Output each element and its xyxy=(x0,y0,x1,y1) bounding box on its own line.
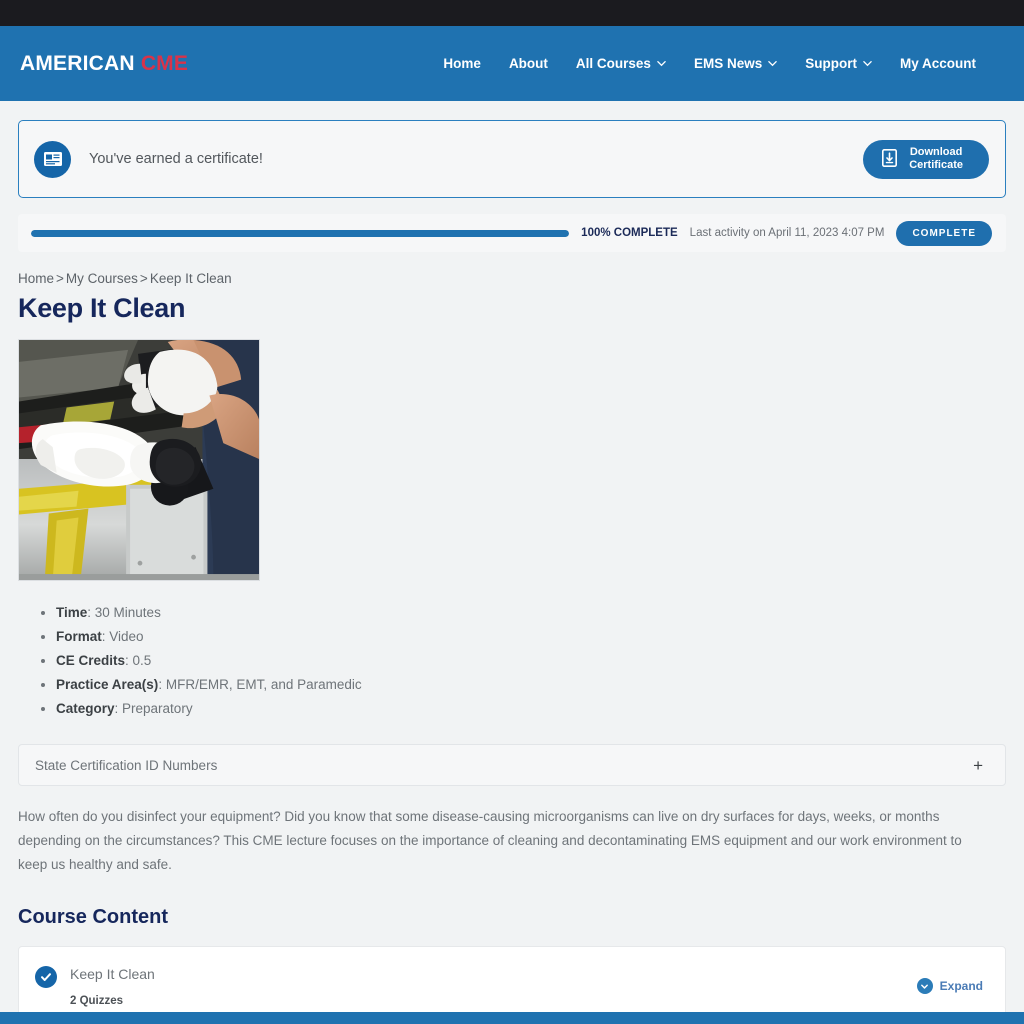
top-black-bar xyxy=(0,0,1024,26)
download-line-1: Download xyxy=(909,146,963,158)
accordion-title: State Certification ID Numbers xyxy=(35,757,218,773)
logo-word-cme: CME xyxy=(140,51,189,75)
page-title: Keep It Clean xyxy=(18,293,186,323)
progress-bar-fill xyxy=(31,229,570,237)
nav-label-about: About xyxy=(508,56,548,71)
expand-label: Expand xyxy=(939,979,983,993)
meta-item-format: Format: Video xyxy=(56,625,1006,649)
meta-label-ce-credits: CE Credits xyxy=(56,653,126,668)
nav-label-support: Support xyxy=(805,56,857,71)
progress-row: 100% COMPLETE Last activity on April 11,… xyxy=(18,214,1006,252)
course-content-heading: Course Content xyxy=(18,906,168,928)
chevron-down-icon xyxy=(657,59,666,68)
meta-label-practice-area: Practice Area(s) xyxy=(56,677,159,692)
page-body: You've earned a certificate! Download Ce… xyxy=(0,120,1024,1024)
lesson-title[interactable]: Keep It Clean xyxy=(70,965,155,983)
meta-item-time: Time: 30 Minutes xyxy=(56,601,1006,625)
download-certificate-button[interactable]: Download Certificate xyxy=(863,139,989,179)
last-activity-text: Last activity on April 11, 2023 4:07 PM xyxy=(689,227,885,239)
progress-bar-track xyxy=(31,229,570,237)
breadcrumb: Home > My Courses > Keep It Clean xyxy=(18,271,1006,286)
course-description: How often do you disinfect your equipmen… xyxy=(18,809,962,872)
lesson-row[interactable]: Keep It Clean 2 Quizzes xyxy=(35,965,155,1007)
meta-label-category: Category xyxy=(56,701,115,716)
lesson-quiz-count: 2 Quizzes xyxy=(70,995,124,1007)
chevron-down-circle-icon xyxy=(916,978,933,994)
breadcrumb-item-home[interactable]: Home xyxy=(18,271,54,286)
meta-label-time: Time xyxy=(56,605,88,620)
nav-label-all-courses: All Courses xyxy=(575,56,651,71)
lesson-text-block: Keep It Clean 2 Quizzes xyxy=(70,965,155,1007)
logo-word-american: AMERICAN xyxy=(20,51,135,75)
progress-percent-label: 100% COMPLETE xyxy=(581,227,678,239)
chevron-down-icon xyxy=(863,59,872,68)
status-badge[interactable]: COMPLETE xyxy=(896,220,992,246)
state-certification-accordion[interactable]: State Certification ID Numbers + xyxy=(18,744,1006,786)
certificate-banner: You've earned a certificate! Download Ce… xyxy=(18,120,1006,198)
meta-value-practice-area: MFR/EMR, EMT, and Paramedic xyxy=(165,677,362,692)
site-header: AMERICAN CME Home About All Courses EMS … xyxy=(0,26,1024,101)
nav-label-ems-news: EMS News xyxy=(693,56,763,71)
expand-button[interactable]: Expand xyxy=(916,978,983,994)
download-icon xyxy=(882,148,898,170)
site-logo[interactable]: AMERICAN CME xyxy=(20,52,188,76)
course-thumbnail-image xyxy=(18,339,260,581)
meta-value-category: Preparatory xyxy=(122,701,193,716)
download-certificate-label: Download Certificate xyxy=(909,146,963,172)
meta-item-category: Category: Preparatory xyxy=(56,697,1006,721)
certificate-banner-left: You've earned a certificate! xyxy=(34,140,263,178)
nav-item-all-courses[interactable]: All Courses xyxy=(576,56,666,71)
nav-label-home: Home xyxy=(443,56,481,71)
certificate-message: You've earned a certificate! xyxy=(89,151,263,167)
breadcrumb-item-current: Keep It Clean xyxy=(149,271,232,286)
breadcrumb-item-my-courses[interactable]: My Courses xyxy=(66,271,138,286)
meta-value-format: Video xyxy=(109,629,144,644)
meta-label-format: Format xyxy=(56,629,102,644)
download-line-2: Certificate xyxy=(909,159,963,171)
plus-icon[interactable]: + xyxy=(973,757,983,774)
footer-band xyxy=(0,1012,1024,1024)
meta-value-time: 30 Minutes xyxy=(94,605,161,620)
nav-item-about[interactable]: About xyxy=(509,56,548,71)
check-circle-icon xyxy=(35,966,57,988)
nav-item-home[interactable]: Home xyxy=(443,56,481,71)
nav-item-support[interactable]: Support xyxy=(805,56,872,71)
nav-item-ems-news[interactable]: EMS News xyxy=(693,56,778,71)
meta-item-ce-credits: CE Credits: 0.5 xyxy=(56,649,1006,673)
chevron-down-icon xyxy=(768,59,778,68)
nav-item-my-account[interactable]: My Account xyxy=(900,56,976,71)
nav-label-my-account: My Account xyxy=(899,56,976,71)
meta-value-ce-credits: 0.5 xyxy=(132,653,152,668)
main-navigation: Home About All Courses EMS News Support … xyxy=(443,56,976,71)
meta-item-practice-area: Practice Area(s): MFR/EMR, EMT, and Para… xyxy=(56,673,1006,697)
certificate-icon xyxy=(34,140,71,178)
breadcrumb-separator: > xyxy=(56,271,64,286)
course-meta-list: Time: 30 Minutes Format: Video CE Credit… xyxy=(18,601,1006,721)
breadcrumb-separator: > xyxy=(139,271,148,286)
